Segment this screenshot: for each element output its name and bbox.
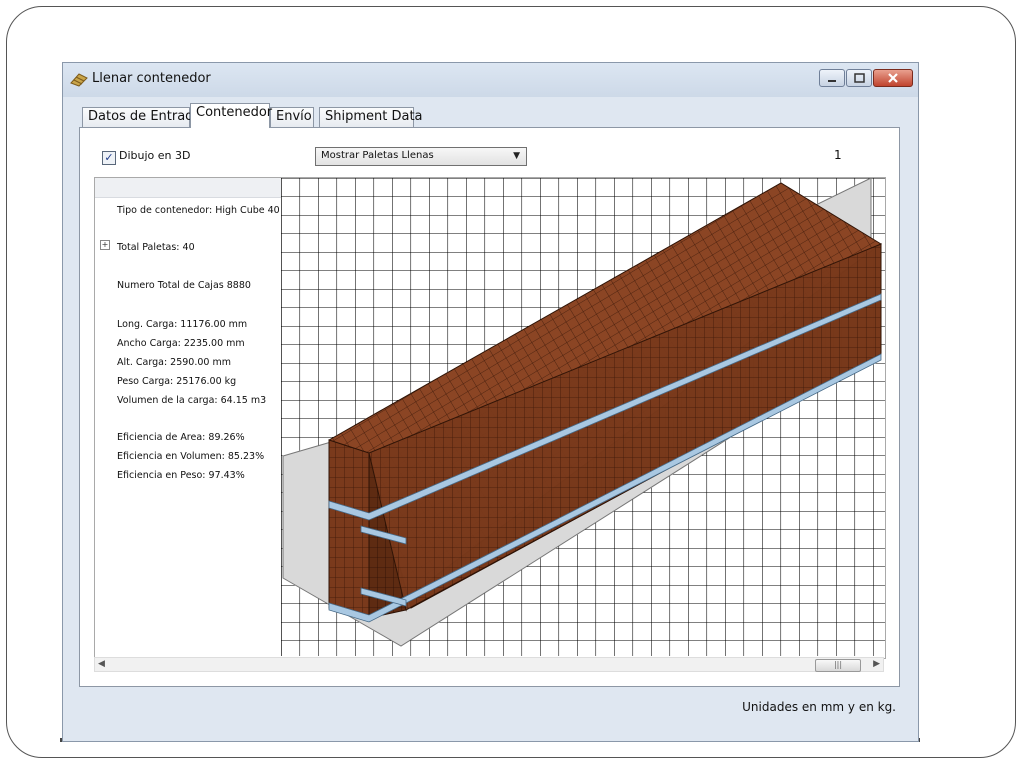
total-pallets[interactable]: Total Paletas: 40 (117, 242, 195, 253)
display-mode-value: Mostrar Paletas Llenas (321, 150, 434, 161)
load-height: Alt. Carga: 2590.00 mm (117, 357, 231, 368)
container-3d-svg (281, 178, 885, 656)
volume-efficiency: Eficiencia en Volumen: 85.23% (117, 451, 265, 462)
minimize-button[interactable] (819, 69, 845, 87)
close-icon (888, 73, 898, 83)
app-window: Llenar contenedor Datos de Entrada Conte… (62, 62, 919, 742)
load-weight: Peso Carga: 25176.00 kg (117, 376, 237, 387)
units-note: Unidades en mm y en kg. (742, 700, 896, 714)
pallet-boxes-icon (70, 73, 88, 87)
scroll-right-icon[interactable]: ▶ (873, 659, 880, 669)
tab-datos-de-entrada[interactable]: Datos de Entrada (82, 107, 201, 127)
page-number: 1 (834, 148, 842, 162)
info-pane-header (95, 178, 281, 198)
chevron-down-icon: ▼ (513, 151, 520, 161)
horizontal-scrollbar[interactable]: ◀ ||| ▶ (94, 657, 884, 672)
title-bar[interactable]: Llenar contenedor (63, 63, 918, 97)
window-title: Llenar contenedor (92, 71, 211, 86)
tab-envio[interactable]: Envío (270, 107, 314, 127)
minimize-icon (828, 80, 836, 82)
area-efficiency: Eficiencia de Area: 89.26% (117, 432, 245, 443)
draw3d-checkbox[interactable]: ✓ (102, 151, 116, 165)
container-type: Tipo de contenedor: High Cube 40 (117, 205, 280, 216)
weight-efficiency: Eficiencia en Peso: 97.43% (117, 470, 245, 481)
tab-contenedor[interactable]: Contenedor (190, 103, 272, 128)
result-view: Tipo de contenedor: High Cube 40 + Total… (94, 177, 886, 659)
maximize-button[interactable] (846, 69, 872, 87)
total-boxes: Numero Total de Cajas 8880 (117, 280, 251, 291)
scroll-left-icon[interactable]: ◀ (98, 659, 105, 669)
draw3d-row[interactable]: ✓ Dibujo en 3D (102, 149, 190, 165)
load-length: Long. Carga: 11176.00 mm (117, 319, 248, 330)
tab-shipment-data[interactable]: Shipment Data (319, 107, 423, 127)
display-mode-select[interactable]: Mostrar Paletas Llenas ▼ (315, 147, 527, 166)
container-3d-drawing[interactable] (281, 178, 885, 656)
close-button[interactable] (873, 69, 913, 87)
info-pane: Tipo de contenedor: High Cube 40 + Total… (95, 178, 282, 656)
draw3d-label: Dibujo en 3D (119, 149, 191, 162)
contenedor-panel: ✓ Dibujo en 3D Mostrar Paletas Llenas ▼ 1… (79, 127, 900, 687)
plus-expander-icon[interactable]: + (100, 240, 110, 250)
maximize-icon (854, 73, 865, 83)
scroll-thumb[interactable]: ||| (815, 659, 861, 672)
load-volume: Volumen de la carga: 64.15 m3 (117, 395, 267, 406)
load-width: Ancho Carga: 2235.00 mm (117, 338, 245, 349)
